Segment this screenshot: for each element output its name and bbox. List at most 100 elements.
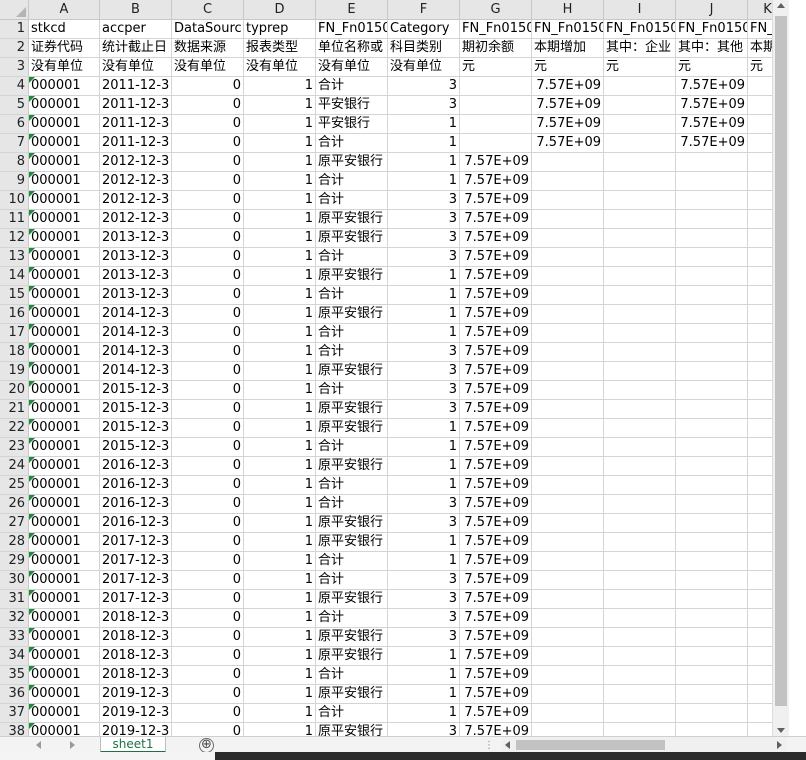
cell-b[interactable]: 统计截止日 xyxy=(100,39,172,58)
cell-e[interactable]: 原平安银行 xyxy=(316,305,388,324)
row-header[interactable]: 23 xyxy=(0,438,29,457)
column-header-a[interactable]: A xyxy=(29,0,100,20)
cell-f[interactable]: 1 xyxy=(388,457,460,476)
cell-b[interactable]: 2014-12-3 xyxy=(100,305,172,324)
column-header-e[interactable]: E xyxy=(316,0,388,20)
cell-i[interactable] xyxy=(604,514,676,533)
cell-i[interactable] xyxy=(604,381,676,400)
cell-i[interactable] xyxy=(604,210,676,229)
cell-d[interactable]: 1 xyxy=(244,248,316,267)
cell-e[interactable]: 合计 xyxy=(316,286,388,305)
column-header-g[interactable]: G xyxy=(460,0,532,20)
cell-a[interactable]: 000001 xyxy=(29,647,100,666)
cell-b[interactable]: 2019-12-3 xyxy=(100,704,172,723)
cell-d[interactable]: 1 xyxy=(244,286,316,305)
row-header[interactable]: 38 xyxy=(0,723,29,736)
cell-j[interactable] xyxy=(676,552,748,571)
cell-f[interactable]: 3 xyxy=(388,343,460,362)
cell-a[interactable]: 000001 xyxy=(29,115,100,134)
cell-j[interactable] xyxy=(676,495,748,514)
cell-c[interactable]: 0 xyxy=(172,571,244,590)
cell-b[interactable]: 2016-12-3 xyxy=(100,457,172,476)
cell-f[interactable]: 1 xyxy=(388,286,460,305)
cell-d[interactable]: 1 xyxy=(244,267,316,286)
cell-g[interactable]: FN_Fn0150 xyxy=(460,20,532,39)
row-header[interactable]: 17 xyxy=(0,324,29,343)
cell-c[interactable]: 0 xyxy=(172,685,244,704)
cell-c[interactable]: 0 xyxy=(172,666,244,685)
cell-j[interactable] xyxy=(676,400,748,419)
cell-a[interactable]: 000001 xyxy=(29,514,100,533)
cell-h[interactable]: 本期增加 xyxy=(532,39,604,58)
row-header[interactable]: 12 xyxy=(0,229,29,248)
row-header[interactable]: 9 xyxy=(0,172,29,191)
cell-d[interactable]: 1 xyxy=(244,134,316,153)
cell-f[interactable]: 1 xyxy=(388,153,460,172)
cell-e[interactable]: 原平安银行 xyxy=(316,723,388,736)
row-header[interactable]: 36 xyxy=(0,685,29,704)
row-header[interactable]: 6 xyxy=(0,115,29,134)
cell-i[interactable] xyxy=(604,172,676,191)
cell-g[interactable]: 7.57E+09 xyxy=(460,457,532,476)
cell-a[interactable]: 000001 xyxy=(29,666,100,685)
cell-d[interactable]: 1 xyxy=(244,685,316,704)
cell-b[interactable]: 2011-12-3 xyxy=(100,115,172,134)
cell-e[interactable]: FN_Fn0150 xyxy=(316,20,388,39)
cell-g[interactable]: 7.57E+09 xyxy=(460,305,532,324)
cell-i[interactable] xyxy=(604,438,676,457)
cell-g[interactable]: 7.57E+09 xyxy=(460,400,532,419)
cell-d[interactable]: 1 xyxy=(244,704,316,723)
cell-j[interactable] xyxy=(676,153,748,172)
cell-a[interactable]: 证券代码 xyxy=(29,39,100,58)
cell-j[interactable]: 7.57E+09 xyxy=(676,134,748,153)
cell-b[interactable]: 没有单位 xyxy=(100,58,172,77)
cell-h[interactable] xyxy=(532,419,604,438)
cell-a[interactable]: 000001 xyxy=(29,191,100,210)
cell-c[interactable]: 数据来源 xyxy=(172,39,244,58)
cell-j[interactable] xyxy=(676,362,748,381)
cell-j[interactable] xyxy=(676,666,748,685)
cell-e[interactable]: 合计 xyxy=(316,381,388,400)
cell-b[interactable]: 2014-12-3 xyxy=(100,343,172,362)
cell-h[interactable] xyxy=(532,172,604,191)
cell-e[interactable]: 平安银行 xyxy=(316,96,388,115)
cell-b[interactable]: 2011-12-3 xyxy=(100,96,172,115)
cell-e[interactable]: 原平安银行 xyxy=(316,647,388,666)
cell-g[interactable]: 7.57E+09 xyxy=(460,666,532,685)
cell-f[interactable]: 没有单位 xyxy=(388,58,460,77)
cell-h[interactable] xyxy=(532,685,604,704)
cell-a[interactable]: 000001 xyxy=(29,381,100,400)
cell-e[interactable]: 合计 xyxy=(316,552,388,571)
cell-e[interactable]: 原平安银行 xyxy=(316,514,388,533)
cell-e[interactable]: 原平安银行 xyxy=(316,229,388,248)
cell-c[interactable]: 0 xyxy=(172,324,244,343)
cell-d[interactable]: 1 xyxy=(244,514,316,533)
cell-i[interactable] xyxy=(604,77,676,96)
cell-j[interactable] xyxy=(676,685,748,704)
cell-i[interactable] xyxy=(604,362,676,381)
cell-b[interactable]: 2016-12-3 xyxy=(100,495,172,514)
cell-b[interactable]: 2017-12-3 xyxy=(100,571,172,590)
cell-i[interactable] xyxy=(604,134,676,153)
cell-c[interactable]: 0 xyxy=(172,191,244,210)
cell-f[interactable]: 3 xyxy=(388,495,460,514)
row-header[interactable]: 35 xyxy=(0,666,29,685)
cell-i[interactable] xyxy=(604,609,676,628)
sheet-nav-prev-icon[interactable] xyxy=(36,741,41,749)
cell-a[interactable]: 000001 xyxy=(29,419,100,438)
column-header-b[interactable]: B xyxy=(100,0,172,20)
cell-a[interactable]: 没有单位 xyxy=(29,58,100,77)
row-header[interactable]: 14 xyxy=(0,267,29,286)
cell-e[interactable]: 原平安银行 xyxy=(316,267,388,286)
cell-b[interactable]: 2018-12-3 xyxy=(100,609,172,628)
row-header[interactable]: 3 xyxy=(0,58,29,77)
cell-a[interactable]: 000001 xyxy=(29,229,100,248)
cell-c[interactable]: 0 xyxy=(172,552,244,571)
cell-b[interactable]: 2014-12-3 xyxy=(100,362,172,381)
cell-f[interactable]: 3 xyxy=(388,590,460,609)
cell-i[interactable] xyxy=(604,628,676,647)
cell-j[interactable]: 7.57E+09 xyxy=(676,96,748,115)
cell-e[interactable]: 原平安银行 xyxy=(316,590,388,609)
cell-i[interactable] xyxy=(604,419,676,438)
cell-f[interactable]: 科目类别 xyxy=(388,39,460,58)
